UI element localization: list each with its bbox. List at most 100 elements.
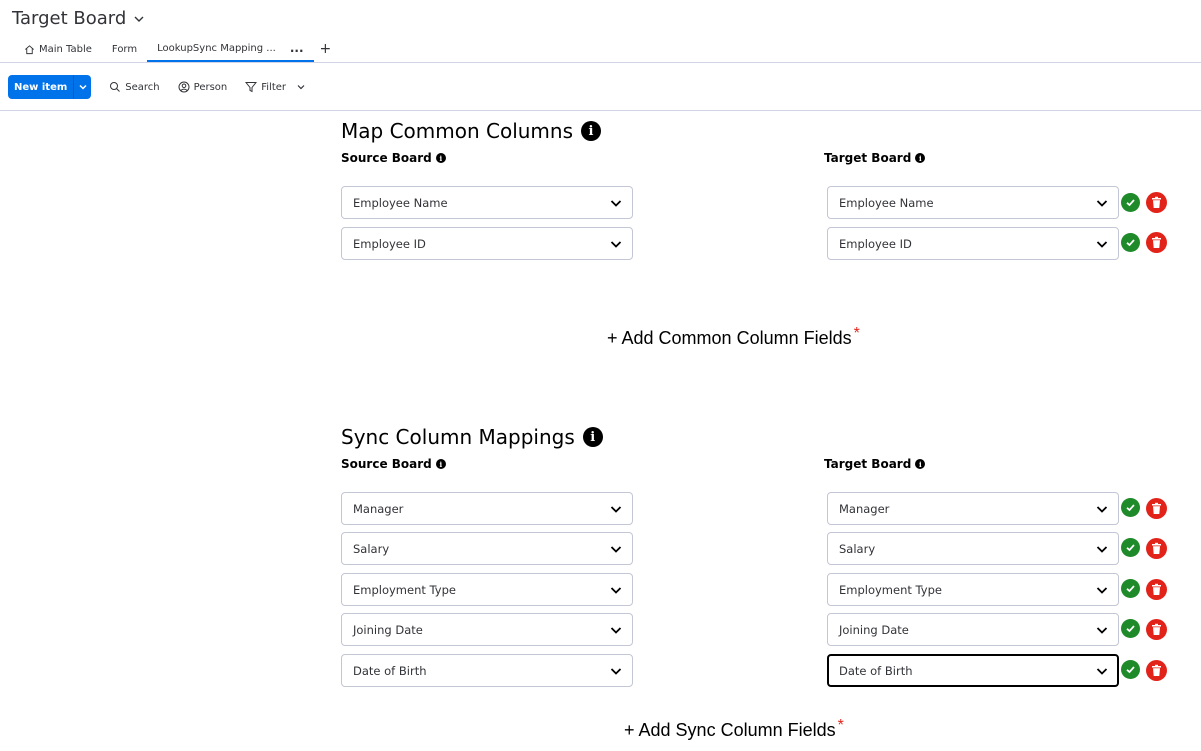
- target-column-select[interactable]: Employment Type: [827, 573, 1119, 606]
- target-column-select[interactable]: Employee Name: [827, 186, 1119, 219]
- person-icon: [178, 81, 190, 93]
- chevron-down-icon: [1096, 667, 1108, 675]
- tab-lookupsync-mapping[interactable]: LookupSync Mapping ... ...: [147, 36, 314, 62]
- search-label: Search: [125, 81, 160, 93]
- divider: [0, 62, 1201, 63]
- select-value: Joining Date: [839, 622, 909, 637]
- chevron-down-icon: [610, 240, 622, 248]
- check-circle-icon[interactable]: [1121, 619, 1140, 638]
- trash-icon[interactable]: [1146, 660, 1167, 681]
- chevron-down-icon: [1096, 626, 1108, 634]
- source-column-select[interactable]: Employment Type: [341, 573, 633, 606]
- common-columns-heading: Map Common Columns i: [341, 119, 602, 143]
- info-icon[interactable]: i: [435, 153, 446, 163]
- home-icon: [25, 44, 34, 54]
- info-icon[interactable]: i: [435, 459, 446, 469]
- board-title-text: Target Board: [12, 8, 127, 29]
- source-column-select[interactable]: Employee ID: [341, 227, 633, 260]
- label-text: Target Board: [824, 151, 912, 165]
- search-icon: [110, 82, 121, 92]
- add-label: + Add Sync Column Fields: [624, 720, 836, 740]
- chevron-down-icon: [610, 667, 622, 675]
- chevron-down-icon: [610, 586, 622, 594]
- check-circle-icon[interactable]: [1121, 660, 1140, 679]
- target-column-select[interactable]: Salary: [827, 532, 1119, 565]
- label-text: Target Board: [824, 457, 912, 471]
- select-value: Employment Type: [353, 582, 456, 597]
- label-text: Source Board: [341, 151, 432, 165]
- select-value: Employee Name: [839, 195, 934, 210]
- chevron-down-icon: [79, 84, 87, 90]
- chevron-down-icon: [297, 85, 305, 90]
- source-board-label: Source Board i: [341, 457, 446, 471]
- target-board-label: Target Board i: [824, 457, 926, 471]
- filter-button[interactable]: Filter: [245, 81, 306, 93]
- trash-icon[interactable]: [1146, 232, 1167, 253]
- select-value: Salary: [353, 541, 390, 556]
- select-value: Manager: [839, 501, 890, 516]
- info-icon[interactable]: i: [581, 121, 602, 141]
- chevron-down-icon: [134, 16, 144, 22]
- check-circle-icon[interactable]: [1121, 193, 1140, 212]
- trash-icon[interactable]: [1146, 619, 1167, 640]
- chevron-down-icon: [1096, 240, 1108, 248]
- target-column-select[interactable]: Date of Birth: [827, 654, 1119, 687]
- tab-main-table[interactable]: Main Table: [14, 36, 102, 62]
- target-column-select[interactable]: Manager: [827, 492, 1119, 525]
- label-text: Source Board: [341, 457, 432, 471]
- select-value: Employee ID: [353, 236, 426, 251]
- add-sync-column-button[interactable]: + Add Sync Column Fields *: [624, 717, 844, 741]
- chevron-down-icon: [610, 545, 622, 553]
- select-value: Date of Birth: [839, 663, 913, 678]
- trash-icon[interactable]: [1146, 538, 1167, 559]
- trash-icon[interactable]: [1146, 192, 1167, 213]
- add-common-column-button[interactable]: + Add Common Column Fields *: [607, 325, 860, 349]
- board-title[interactable]: Target Board: [12, 8, 146, 29]
- new-item-button[interactable]: New item: [8, 75, 73, 99]
- sync-mappings-heading: Sync Column Mappings i: [341, 425, 603, 449]
- check-circle-icon[interactable]: [1121, 538, 1140, 557]
- add-view-button[interactable]: +: [314, 36, 338, 62]
- source-column-select[interactable]: Date of Birth: [341, 654, 633, 687]
- new-item-dropdown-button[interactable]: [73, 75, 91, 99]
- select-value: Salary: [839, 541, 876, 556]
- person-label: Person: [193, 81, 228, 93]
- target-column-select[interactable]: Employee ID: [827, 227, 1119, 260]
- info-icon[interactable]: i: [915, 153, 926, 163]
- chevron-down-icon: [610, 626, 622, 634]
- check-circle-icon[interactable]: [1121, 579, 1140, 598]
- section-title: Sync Column Mappings: [341, 425, 575, 449]
- source-column-select[interactable]: Employee Name: [341, 186, 633, 219]
- source-column-select[interactable]: Manager: [341, 492, 633, 525]
- check-circle-icon[interactable]: [1121, 498, 1140, 517]
- info-icon[interactable]: i: [582, 427, 603, 447]
- chevron-down-icon: [610, 505, 622, 513]
- add-label: + Add Common Column Fields: [607, 328, 852, 348]
- tab-label: Form: [111, 43, 138, 55]
- target-board-label: Target Board i: [824, 151, 926, 165]
- info-icon[interactable]: i: [915, 459, 926, 469]
- select-value: Manager: [353, 501, 404, 516]
- chevron-down-icon: [1096, 545, 1108, 553]
- trash-icon[interactable]: [1146, 498, 1167, 519]
- required-mark: *: [837, 717, 844, 734]
- tab-label: Main Table: [39, 43, 92, 55]
- trash-icon[interactable]: [1146, 579, 1167, 600]
- select-value: Employee ID: [839, 236, 912, 251]
- person-filter-button[interactable]: Person: [178, 81, 228, 93]
- source-column-select[interactable]: Salary: [341, 532, 633, 565]
- chevron-down-icon: [1096, 505, 1108, 513]
- select-value: Date of Birth: [353, 663, 427, 678]
- divider: [0, 110, 1201, 111]
- source-column-select[interactable]: Joining Date: [341, 613, 633, 646]
- check-circle-icon[interactable]: [1121, 233, 1140, 252]
- new-item-button-group: New item: [8, 75, 92, 99]
- filter-icon: [245, 82, 258, 93]
- target-column-select[interactable]: Joining Date: [827, 613, 1119, 646]
- search-button[interactable]: Search: [109, 81, 160, 93]
- filter-label: Filter: [261, 81, 287, 93]
- chevron-down-icon: [610, 199, 622, 207]
- section-title: Map Common Columns: [341, 119, 574, 143]
- tab-form[interactable]: Form: [102, 36, 147, 62]
- tab-more-icon[interactable]: ...: [290, 41, 304, 55]
